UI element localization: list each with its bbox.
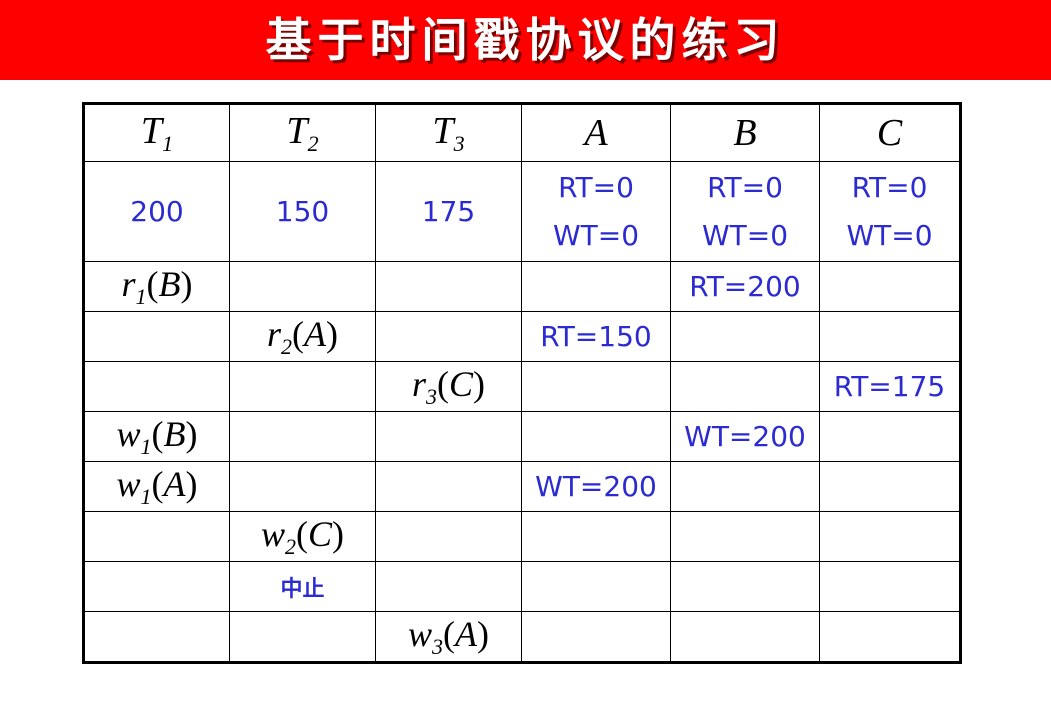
timestamp-t2: 150 [229, 161, 376, 262]
table-row: w2(C) [83, 511, 961, 562]
op-cell: r2(A) [229, 311, 376, 362]
result-cell: RT=175 [819, 361, 961, 412]
table-row: 200 150 175 RT=0 WT=0 RT=0 WT=0 RT=0 WT=0 [83, 161, 961, 262]
result-cell: WT=200 [670, 411, 820, 462]
abort-label: 中止 [280, 576, 325, 602]
op-cell: w3(A) [375, 611, 522, 663]
op-cell: r1(B) [83, 261, 230, 312]
init-a: RT=0 WT=0 [521, 161, 671, 262]
init-b: RT=0 WT=0 [670, 161, 820, 262]
title-bar: 基于时间戳协议的练习 [0, 0, 1051, 80]
page-title: 基于时间戳协议的练习 [265, 13, 786, 67]
table-row: w1(B) WT=200 [83, 411, 961, 462]
init-c: RT=0 WT=0 [819, 161, 961, 262]
table-row: 中止 [83, 561, 961, 612]
table-row: w3(A) [83, 611, 961, 663]
table-row: w1(A) WT=200 [83, 461, 961, 512]
op-cell: w2(C) [229, 511, 376, 562]
abort-cell: 中止 [229, 561, 376, 612]
op-cell: r3(C) [375, 361, 522, 412]
table-row: r3(C) RT=175 [83, 361, 961, 412]
header-b: B [670, 103, 820, 162]
result-cell: RT=150 [521, 311, 671, 362]
op-cell: w1(A) [83, 461, 230, 512]
table-row: r2(A) RT=150 [83, 311, 961, 362]
result-cell: WT=200 [521, 461, 671, 512]
timestamp-t3: 175 [375, 161, 522, 262]
timestamp-table: T1 T2 T3 A B C 200 150 175 RT=0 WT=0 RT=0… [82, 102, 962, 664]
op-cell: w1(B) [83, 411, 230, 462]
header-c: C [819, 103, 961, 162]
timestamp-t1: 200 [83, 161, 230, 262]
header-row: T1 T2 T3 A B C [83, 103, 961, 162]
header-t3: T3 [375, 103, 522, 162]
header-t2: T2 [229, 103, 376, 162]
table-row: r1(B) RT=200 [83, 261, 961, 312]
header-a: A [521, 103, 671, 162]
header-t1: T1 [83, 103, 230, 162]
result-cell: RT=200 [670, 261, 820, 312]
